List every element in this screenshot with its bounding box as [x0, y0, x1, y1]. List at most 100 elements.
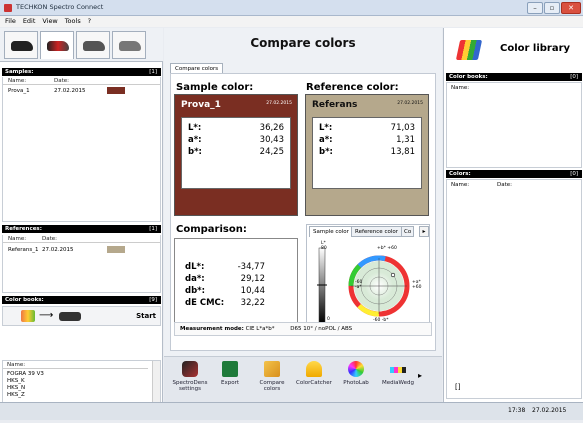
reference-a-value: 1,31	[396, 135, 415, 145]
menu-edit[interactable]: Edit	[23, 16, 36, 27]
subtab-compare[interactable]: Co	[401, 226, 415, 237]
comparison-box: dL*: -34,77 da*: 29,12 db*: 10,44 dE CMC: 32…	[174, 238, 298, 334]
compare-colors-button[interactable]: Compare colors	[252, 361, 292, 392]
excel-export-icon	[222, 361, 238, 377]
reference-color-date: 27.02.2015	[397, 101, 423, 106]
handheld-device-icon	[119, 41, 141, 51]
app-icon	[4, 4, 12, 12]
mediawedge-button[interactable]: MediaWedg	[378, 361, 418, 386]
a-axis-left-label: -60 -a*	[355, 280, 363, 290]
reference-b-value: 13,81	[390, 147, 415, 157]
colorcatcher-label: ColorCatcher	[296, 380, 332, 386]
subtab-sample-color[interactable]: Sample color	[309, 226, 353, 237]
color-library-panel: Color library Color books: [0] Name: Col…	[443, 28, 583, 402]
subtab-scroll-right-icon[interactable]: ▸	[419, 226, 429, 237]
subtab-reference-color[interactable]: Reference color	[351, 226, 402, 237]
samples-header: Samples: [1]	[2, 68, 161, 76]
comparison-dE-value: 32,22	[240, 298, 265, 308]
device-toolbar	[0, 28, 163, 62]
references-count: [1]	[149, 226, 157, 232]
colorbook-item[interactable]: FOGRA 39 V3	[3, 371, 148, 378]
reference-values: L*: 71,03 a*: 1,31 b*: 13,81	[312, 117, 422, 189]
sample-values: L*: 36,26 a*: 30,43 b*: 24,25	[181, 117, 291, 189]
sample-heading: Sample color:	[176, 82, 254, 93]
start-button[interactable]: Start	[136, 312, 156, 320]
minimize-button[interactable]: –	[527, 2, 543, 14]
sample-L-row: L*: 36,26	[188, 122, 284, 134]
measurement-mode-value: CIE L*a*b*	[245, 326, 275, 332]
reference-color-name: Referans	[312, 100, 358, 110]
library-books-list: Name:	[446, 82, 582, 168]
colorbooks-header: Color books: [9]	[2, 296, 161, 304]
close-button[interactable]: ✕	[561, 2, 581, 14]
reference-a-row: a*: 1,31	[319, 134, 415, 146]
color-library-title: Color library	[500, 43, 571, 54]
spectrodens-settings-label: SpectroDens settings	[172, 380, 208, 392]
maximize-button[interactable]: ▫	[544, 2, 560, 14]
colorcatcher-button[interactable]: ColorCatcher	[294, 361, 334, 386]
spectrodens-red-device-icon	[47, 41, 69, 51]
colorbook-item[interactable]: HKS_Z	[3, 392, 148, 399]
reference-color-box: Referans 27.02.2015 L*: 71,03 a*: 1,31 b*:…	[305, 94, 429, 216]
samples-count: [1]	[149, 69, 157, 75]
comparison-dE-row: dE CMC: 32,22	[185, 297, 265, 309]
b-axis-top-label: +b* +60	[377, 246, 397, 251]
a-axis-right-label: +a* +60	[412, 280, 422, 290]
sample-a-value: 30,43	[259, 135, 284, 145]
library-colors-count: [0]	[570, 171, 578, 177]
menu-help[interactable]: ?	[88, 16, 91, 27]
export-button[interactable]: Export	[210, 361, 250, 386]
sample-color-name: Prova_1	[181, 100, 221, 110]
library-colors-header: Colors: [0]	[446, 170, 582, 178]
colorbook-icon	[21, 310, 35, 322]
comparison-db-row: db*: 10,44	[185, 285, 265, 297]
device-tab-2[interactable]	[40, 31, 74, 59]
colorbook-item[interactable]: HKS_K	[3, 378, 148, 385]
references-header-label: References:	[5, 226, 42, 232]
bottom-toolbar-scroll-icon[interactable]: ▸	[418, 371, 422, 380]
photolab-label: PhotoLab	[343, 380, 369, 386]
device-tab-4[interactable]	[112, 31, 146, 59]
library-books-col-name[interactable]: Name:	[451, 85, 469, 91]
library-colors-header-label: Colors:	[449, 171, 471, 177]
device-tab-1[interactable]	[4, 31, 38, 59]
photolab-button[interactable]: PhotoLab	[336, 361, 376, 386]
comparison-dL-row: dL*: -34,77	[185, 261, 265, 273]
colorbook-item[interactable]: HKS_N	[3, 385, 148, 392]
comparison-heading: Comparison:	[176, 224, 247, 235]
library-colors-col-name[interactable]: Name:	[451, 182, 469, 188]
colorbooks-header-label: Color books:	[5, 297, 44, 303]
spectrodens-settings-button[interactable]: SpectroDens settings	[170, 361, 210, 392]
measurement-mode-bar: Measurement mode: CIE L*a*b* D65 10° / n…	[174, 322, 432, 336]
reference-b-label: b*:	[319, 147, 333, 157]
sample-color-date: 27.02.2015	[266, 101, 292, 106]
reference-L-label: L*:	[319, 123, 333, 133]
colorbooks-scrollbar[interactable]	[152, 361, 160, 407]
menu-file[interactable]: File	[5, 16, 16, 27]
comparison-dL-label: dL*:	[185, 262, 205, 272]
window-title: TECHKON Spectro Connect	[16, 3, 104, 11]
comparison-db-value: 10,44	[240, 286, 265, 296]
menu-view[interactable]: View	[42, 16, 57, 27]
spectrodens-icon	[182, 361, 198, 377]
menu-tools[interactable]: Tools	[65, 16, 81, 27]
lightness-top-label: L* 80	[321, 241, 327, 251]
bottom-toolbar: SpectroDens settings Export Compare colo…	[164, 356, 442, 402]
measurement-mode-label: Measurement mode:	[180, 326, 244, 332]
compare-panel: Compare colors Compare colors Sample col…	[164, 28, 442, 402]
device-icon	[59, 312, 81, 321]
lab-chart-panel: Sample color Reference color Co ▸ +b* +6…	[306, 224, 430, 332]
sample-b-value: 24,25	[259, 147, 284, 157]
sample-point-marker	[390, 272, 396, 278]
comparison-dL-value: -34,77	[237, 262, 265, 272]
comparison-da-label: da*:	[185, 274, 205, 284]
library-colors-col-date[interactable]: Date:	[497, 182, 512, 188]
mediawedge-icon	[390, 367, 406, 373]
device-tab-3[interactable]	[76, 31, 110, 59]
photolab-icon	[348, 361, 364, 377]
samples-list	[2, 77, 161, 222]
colorbooks-col-name[interactable]: Name:	[7, 361, 25, 369]
left-panel: Samples: [1] Name: Date: Prova_1 27.02.2…	[0, 28, 163, 420]
compare-colors-icon	[264, 361, 280, 377]
mediawedge-label: MediaWedg	[381, 380, 414, 386]
